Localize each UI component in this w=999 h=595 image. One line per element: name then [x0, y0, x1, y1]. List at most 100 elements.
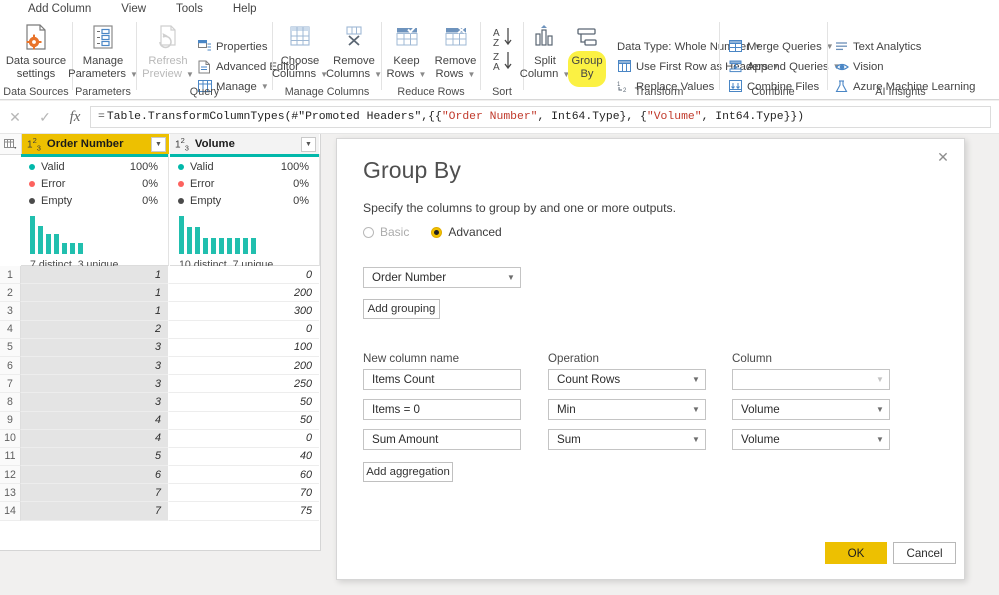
remove-columns-button[interactable]: Remove Columns ▼	[326, 22, 382, 81]
cell-volume[interactable]: 75	[169, 502, 319, 521]
cell-volume[interactable]: 300	[169, 302, 319, 321]
column-quality-order-number: Valid 100% Error 0% Empty 0% 7 distinct,…	[21, 154, 169, 271]
menu-item-add-column[interactable]: Add Column	[28, 0, 91, 18]
menu-item-help[interactable]: Help	[233, 0, 257, 18]
cancel-button[interactable]: Cancel	[893, 542, 956, 564]
cell-order-number[interactable]: 5	[21, 447, 169, 467]
table-row[interactable]: 2 1 200	[0, 284, 320, 303]
cell-order-number[interactable]: 1	[21, 266, 169, 285]
merge-queries-icon	[728, 39, 743, 54]
quality-error-label: Error	[190, 177, 215, 190]
append-queries-button[interactable]: Append Queries ▼	[728, 58, 841, 75]
cell-volume[interactable]: 50	[169, 393, 319, 412]
vision-label: Vision	[853, 60, 884, 73]
table-row[interactable]: 12 6 60	[0, 466, 320, 485]
table-row[interactable]: 13 7 70	[0, 484, 320, 503]
cell-order-number[interactable]: 1	[21, 302, 169, 321]
cell-order-number[interactable]: 3	[21, 375, 169, 394]
value-distribution-histogram-order-number	[21, 214, 168, 254]
add-grouping-button[interactable]: Add grouping	[363, 299, 440, 319]
cell-order-number[interactable]: 4	[21, 411, 169, 430]
cell-order-number[interactable]: 7	[21, 502, 169, 521]
cell-volume[interactable]: 100	[169, 338, 319, 357]
ribbon-group-label-parameters: Parameters	[75, 86, 131, 98]
cell-order-number[interactable]: 7	[21, 484, 169, 503]
properties-button[interactable]: Properties	[197, 38, 268, 55]
table-row[interactable]: 10 4 0	[0, 429, 320, 448]
aggregation-name-input-2[interactable]: Sum Amount	[363, 429, 521, 450]
formula-segment-2: ,{{	[421, 111, 442, 123]
aggregation-column-select-0[interactable]: ▼	[732, 369, 890, 390]
aggregation-operation-select-0[interactable]: Count Rows ▼	[548, 369, 706, 390]
column-filter-dropdown-order-number[interactable]: ▼	[151, 136, 166, 152]
add-grouping-label: Add grouping	[367, 303, 436, 315]
aggregation-column-select-1[interactable]: Volume ▼	[732, 399, 890, 420]
table-row[interactable]: 420	[0, 320, 320, 339]
data-source-settings-button[interactable]: Data source settings	[0, 22, 72, 80]
radio-advanced[interactable]: Advanced	[431, 225, 502, 239]
cell-order-number[interactable]: 3	[21, 338, 169, 357]
aggregation-name-input-1[interactable]: Items = 0	[363, 399, 521, 420]
cell-order-number[interactable]: 3	[21, 356, 169, 376]
table-row[interactable]: 7 3 250	[0, 375, 320, 394]
cell-volume[interactable]: 40	[169, 447, 319, 467]
row-number: 7	[0, 375, 21, 394]
formula-bar: ✕ ✓ fx = Table.TransformColumnTypes(# "Pr…	[0, 101, 999, 134]
aggregation-operation-select-2[interactable]: Sum ▼	[548, 429, 706, 450]
formula-accept-icon[interactable]: ✓	[30, 109, 60, 126]
table-row[interactable]: 5 3 100	[0, 338, 320, 357]
ok-button[interactable]: OK	[825, 542, 887, 564]
aggregation-column-value-2: Volume	[741, 433, 780, 446]
cell-volume[interactable]: 200	[169, 356, 319, 376]
cell-volume[interactable]: 70	[169, 484, 319, 503]
cell-order-number[interactable]: 1	[21, 284, 169, 303]
manage-parameters-button[interactable]: Manage Parameters ▼	[67, 22, 139, 81]
refresh-preview-button[interactable]: Refresh Preview ▼	[139, 22, 197, 81]
cell-order-number[interactable]: 4	[21, 429, 169, 448]
table-row[interactable]: 110	[0, 266, 320, 285]
fx-icon[interactable]: fx	[60, 109, 90, 126]
cell-volume[interactable]: 200	[169, 284, 319, 303]
table-row[interactable]: 3 1 300	[0, 302, 320, 321]
close-icon[interactable]: ✕	[932, 147, 954, 167]
advanced-editor-icon	[197, 59, 212, 74]
aggregation-operation-select-1[interactable]: Min ▼	[548, 399, 706, 420]
cell-order-number[interactable]: 6	[21, 466, 169, 485]
formula-input[interactable]: = Table.TransformColumnTypes(# "Promoted …	[90, 106, 991, 128]
column-filter-dropdown-volume[interactable]: ▼	[301, 136, 316, 152]
cell-order-number[interactable]: 3	[21, 393, 169, 412]
group-by-button[interactable]: Group By	[564, 22, 610, 80]
cell-volume[interactable]: 250	[169, 375, 319, 394]
aggregation-name-input-0[interactable]: Items Count	[363, 369, 521, 390]
text-analytics-button[interactable]: Text Analytics	[834, 38, 921, 55]
menu-item-tools[interactable]: Tools	[176, 0, 203, 18]
table-row[interactable]: 9 4 50	[0, 411, 320, 430]
table-row[interactable]: 6 3 200	[0, 356, 320, 376]
cell-volume[interactable]: 0	[169, 429, 319, 448]
table-row[interactable]: 14 7 75	[0, 502, 320, 521]
table-select-corner[interactable]	[0, 134, 22, 155]
group-by-column-select[interactable]: Order Number ▼	[363, 267, 521, 288]
keep-rows-button[interactable]: Keep Rows ▼	[382, 22, 431, 81]
ribbon-group-label-data-sources: Data Sources	[3, 86, 69, 98]
menu-item-view[interactable]: View	[121, 0, 146, 18]
radio-basic[interactable]: Basic	[363, 225, 409, 239]
table-row[interactable]: 8 3 50	[0, 393, 320, 412]
aggregation-operation-value-0: Count Rows	[557, 373, 621, 386]
choose-columns-button[interactable]: Choose Columns ▼	[272, 22, 328, 81]
cell-volume[interactable]: 0	[169, 266, 319, 285]
cell-volume[interactable]: 60	[169, 466, 319, 485]
cell-volume[interactable]: 50	[169, 411, 319, 430]
merge-queries-button[interactable]: Merge Queries ▼	[728, 38, 834, 55]
column-header-volume[interactable]: 123 Volume ▼	[170, 134, 320, 154]
table-row[interactable]: 11 5 40	[0, 447, 320, 467]
aggregation-column-select-2[interactable]: Volume ▼	[732, 429, 890, 450]
formula-cancel-icon[interactable]: ✕	[0, 109, 30, 126]
text-analytics-icon	[834, 39, 849, 54]
column-header-order-number[interactable]: 123 Order Number ▼	[22, 134, 170, 154]
add-aggregation-button[interactable]: Add aggregation	[363, 462, 453, 482]
cell-order-number[interactable]: 2	[21, 320, 169, 339]
vision-button[interactable]: Vision	[834, 58, 884, 75]
cell-volume[interactable]: 0	[169, 320, 319, 339]
histogram-bar	[62, 243, 67, 254]
